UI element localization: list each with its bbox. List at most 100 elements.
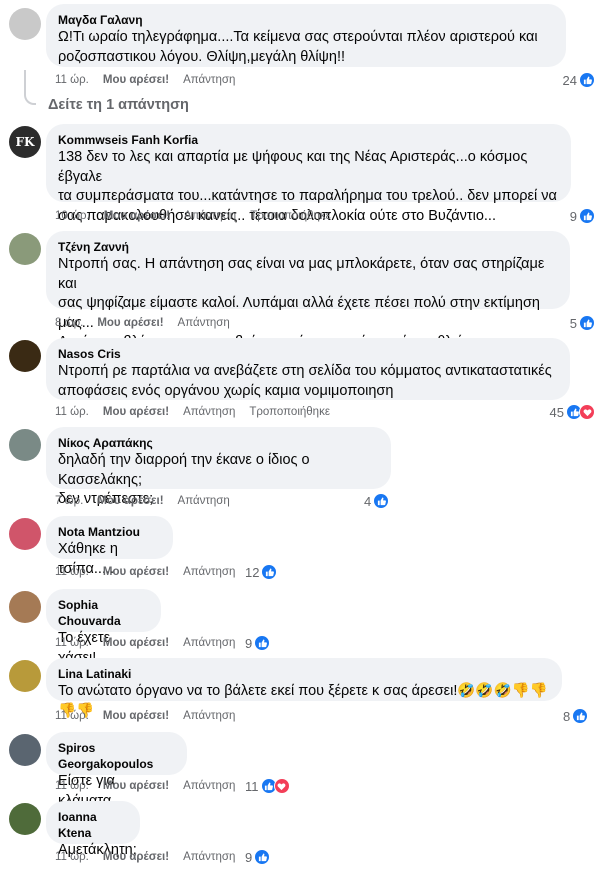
reaction-count-number: 9 <box>569 208 577 224</box>
comment-bubble: Sophia Chouvarda Το έχετε χάσει! <box>46 589 161 666</box>
comment-text: Ντροπή ρε παρτάλια να ανεβάζετε στη σελί… <box>58 363 552 399</box>
comment-author[interactable]: Sophia Chouvarda <box>58 597 149 629</box>
comment-author[interactable]: Τζένη Ζαννή <box>58 239 558 255</box>
comment-bubble: Nasos Cris Ντροπή ρε παρτάλια να ανεβάζε… <box>46 338 570 400</box>
reaction-count-number: 24 <box>562 72 577 88</box>
comment-actions: 11 ώρ. Μου αρέσει! Απάντηση <box>55 564 249 580</box>
reaction-count[interactable]: 11 <box>245 777 290 795</box>
comment-author[interactable]: Lina Latinaki <box>58 666 550 682</box>
avatar[interactable] <box>9 8 41 40</box>
avatar[interactable] <box>9 591 41 623</box>
comment-author[interactable]: Spiros Georgakopoulos <box>58 740 175 772</box>
comment-bubble: Nota Mantziou Χάθηκε η τσίπα..... <box>46 516 173 577</box>
reply-button[interactable]: Απάντηση <box>183 566 235 578</box>
reaction-count-number: 4 <box>364 493 372 509</box>
comment-time[interactable]: 11 ώρ. <box>55 851 89 863</box>
comment-actions: 11 ώρ. Μου αρέσει! Απάντηση <box>55 72 249 88</box>
reaction-count[interactable]: 24 <box>563 71 595 89</box>
comment-author[interactable]: Μαγδα Γαλανη <box>58 12 554 28</box>
reaction-count-number: 45 <box>549 404 564 420</box>
avatar[interactable] <box>9 340 41 372</box>
comment-bubble: Kommwseis Fanh Korfia 138 δεν το λες και… <box>46 124 571 224</box>
avatar[interactable] <box>9 429 41 461</box>
reaction-count-number: 9 <box>245 849 253 865</box>
comment-actions: 11 ώρ. Μου αρέσει! Απάντηση Τροποποιήθηκε <box>55 404 344 420</box>
heart-reaction-icon <box>579 404 595 420</box>
comment-text: Ω!Τι ωραίο τηλεγράφημα....Τα κείμενα σας… <box>58 29 538 65</box>
reply-button[interactable]: Απάντηση <box>184 210 236 222</box>
reaction-count[interactable]: 4 <box>364 492 390 510</box>
like-button[interactable]: Μου αρέσει! <box>103 566 169 578</box>
reply-button[interactable]: Απάντηση <box>183 74 235 86</box>
comment-actions: 10 ώρ. Μου αρέσει! Απάντηση Τροποποιήθηκε <box>55 208 345 224</box>
reply-button[interactable]: Απάντηση <box>178 317 230 329</box>
reply-button[interactable]: Απάντηση <box>183 710 235 722</box>
reaction-count[interactable]: 8 <box>563 707 589 725</box>
comment-actions: 11 ώρ. Μου αρέσει! Απάντηση <box>55 778 249 794</box>
comment-time[interactable]: 11 ώρ. <box>55 74 89 86</box>
like-button[interactable]: Μου αρέσει! <box>103 710 169 722</box>
avatar[interactable] <box>9 233 41 265</box>
comment-time[interactable]: 11 ώρ. <box>55 637 89 649</box>
comment-author[interactable]: Nasos Cris <box>58 346 558 362</box>
reaction-count-number: 5 <box>569 315 577 331</box>
like-button[interactable]: Μου αρέσει! <box>97 495 163 507</box>
avatar-initials: FK <box>15 135 35 149</box>
reaction-count[interactable]: 12 <box>245 563 278 581</box>
comment-actions: 11 ώρ. Μου αρέσει! Απάντηση <box>55 708 249 724</box>
comment-bubble: Νίκος Αραπάκης δηλαδή την διαρροή την έκ… <box>46 427 391 507</box>
like-button[interactable]: Μου αρέσει! <box>97 317 163 329</box>
like-button[interactable]: Μου αρέσει! <box>103 74 169 86</box>
like-reaction-icon <box>254 849 271 865</box>
comment-time[interactable]: 11 ώρ. <box>55 710 89 722</box>
like-reaction-icon <box>579 72 595 88</box>
comment-author[interactable]: Nota Mantziou <box>58 524 161 540</box>
like-button[interactable]: Μου αρέσει! <box>103 780 169 792</box>
reaction-count-number: 11 <box>245 778 259 794</box>
comment-time[interactable]: 8 ώρ. <box>55 317 83 329</box>
comment-bubble: Τζένη Ζαννή Ντροπή σας. Η απάντηση σας ε… <box>46 231 570 350</box>
avatar[interactable] <box>9 734 41 766</box>
reaction-count[interactable]: 9 <box>570 207 595 225</box>
like-reaction-icon <box>579 208 595 224</box>
reply-button[interactable]: Απάντηση <box>178 495 230 507</box>
avatar[interactable] <box>9 803 41 835</box>
like-reaction-icon <box>579 315 595 331</box>
avatar[interactable]: FK <box>9 126 41 158</box>
comment-author[interactable]: Kommwseis Fanh Korfia <box>58 132 559 148</box>
comment-time[interactable]: 7 ώρ. <box>55 495 83 507</box>
view-replies-link[interactable]: Δείτε τη 1 απάντηση <box>48 97 189 113</box>
avatar[interactable] <box>9 660 41 692</box>
comment-actions: 7 ώρ. Μου αρέσει! Απάντηση <box>55 493 244 509</box>
reaction-count[interactable]: 5 <box>570 314 595 332</box>
avatar[interactable] <box>9 518 41 550</box>
comment-bubble: Ioanna Ktena Αμετάκλητη; <box>46 801 140 858</box>
like-button[interactable]: Μου αρέσει! <box>104 210 170 222</box>
like-reaction-icon <box>572 708 589 724</box>
comment-author[interactable]: Ioanna Ktena <box>58 809 128 841</box>
like-reaction-icon <box>373 493 390 509</box>
reply-button[interactable]: Απάντηση <box>183 851 235 863</box>
comment-author[interactable]: Νίκος Αραπάκης <box>58 435 379 451</box>
reply-thread-line <box>24 70 36 105</box>
comment-bubble: Μαγδα Γαλανη Ω!Τι ωραίο τηλεγράφημα....Τ… <box>46 4 566 67</box>
reply-button[interactable]: Απάντηση <box>183 637 235 649</box>
reaction-count[interactable]: 9 <box>245 634 271 652</box>
reply-button[interactable]: Απάντηση <box>183 780 235 792</box>
reaction-count[interactable]: 45 <box>550 403 595 421</box>
reaction-count[interactable]: 9 <box>245 848 271 866</box>
comment-time[interactable]: 11 ώρ. <box>55 406 89 418</box>
like-button[interactable]: Μου αρέσει! <box>103 406 169 418</box>
like-reaction-icon <box>254 635 271 651</box>
like-button[interactable]: Μου αρέσει! <box>103 851 169 863</box>
edited-label[interactable]: Τροποποιήθηκε <box>250 210 331 222</box>
comment-time[interactable]: 11 ώρ. <box>55 566 89 578</box>
reply-button[interactable]: Απάντηση <box>183 406 235 418</box>
comment-bubble: Lina Latinaki Το ανώτατο όργανο να το βά… <box>46 658 562 719</box>
edited-label[interactable]: Τροποποιήθηκε <box>249 406 330 418</box>
comment-time[interactable]: 10 ώρ. <box>55 210 90 222</box>
reaction-count-number: 9 <box>245 635 253 651</box>
comment-time[interactable]: 11 ώρ. <box>55 780 89 792</box>
like-button[interactable]: Μου αρέσει! <box>103 637 169 649</box>
heart-reaction-icon <box>273 778 290 794</box>
